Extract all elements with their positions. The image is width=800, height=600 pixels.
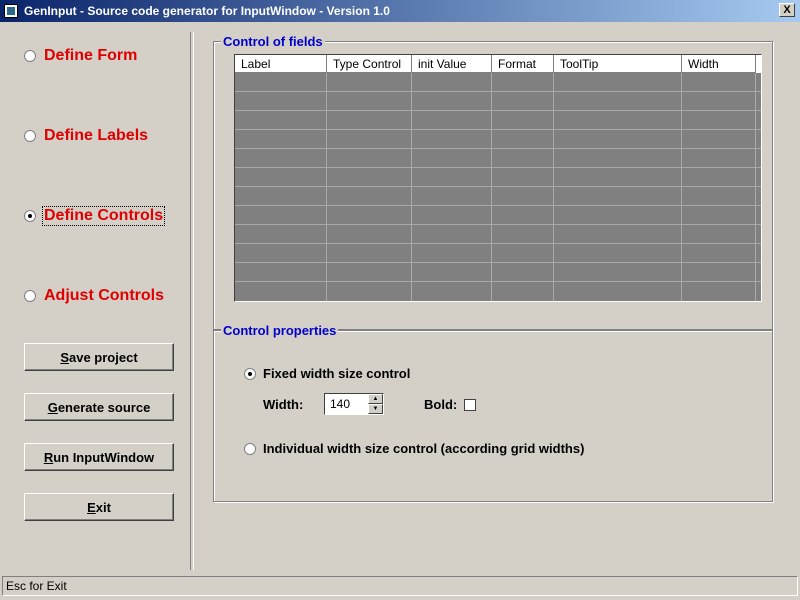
- spin-up-icon[interactable]: ▲: [368, 394, 383, 404]
- grid-row-line: [235, 91, 761, 92]
- grid-row-line: [235, 148, 761, 149]
- nav-define-controls[interactable]: Define Controls: [24, 204, 166, 228]
- grid-column-line: [553, 73, 554, 301]
- column-header-width[interactable]: Width: [682, 55, 756, 73]
- nav-label-adjust-controls: Adjust Controls: [44, 287, 164, 304]
- column-header-init-value[interactable]: init Value: [412, 55, 492, 73]
- grid-body[interactable]: [235, 73, 761, 301]
- bold-checkbox[interactable]: [464, 398, 477, 411]
- radio-checked-icon[interactable]: [24, 210, 36, 222]
- grid-row-line: [235, 186, 761, 187]
- properties-group-title: Control properties: [221, 323, 339, 338]
- width-label: Width:: [263, 397, 303, 412]
- grid-row-line: [235, 262, 761, 263]
- radio-checked-icon[interactable]: [244, 367, 256, 380]
- individual-width-option[interactable]: Individual width size control (according…: [244, 441, 584, 456]
- spinner-buttons: ▲ ▼: [368, 394, 383, 414]
- width-label-text: Width:: [263, 397, 304, 412]
- save-label: ave project: [69, 349, 138, 365]
- fixed-width-option[interactable]: Fixed width size control: [244, 366, 410, 381]
- vertical-splitter[interactable]: [190, 32, 194, 570]
- width-value[interactable]: 140: [330, 397, 350, 411]
- exit-mnemonic: E: [87, 499, 96, 515]
- grid-row-line: [235, 205, 761, 206]
- status-text: Esc for Exit: [6, 579, 67, 593]
- grid-row-line: [235, 281, 761, 282]
- grid-column-line: [411, 73, 412, 301]
- column-header-format[interactable]: Format: [492, 55, 554, 73]
- generate-label: enerate source: [57, 399, 151, 415]
- fixed-width-label: Fixed width size control: [263, 366, 411, 381]
- column-header-tooltip[interactable]: ToolTip: [554, 55, 682, 73]
- exit-label: xit: [95, 499, 111, 515]
- grid-column-line: [681, 73, 682, 301]
- run-label: un InputWindow: [53, 449, 155, 465]
- properties-groupbox: Control properties Fixed width size cont…: [213, 323, 773, 502]
- nav-define-form[interactable]: Define Form: [24, 44, 138, 68]
- fields-groupbox: Control of fields Label Type Control ini…: [213, 34, 773, 330]
- nav-define-labels[interactable]: Define Labels: [24, 124, 149, 148]
- save-project-button[interactable]: Save project: [24, 343, 174, 371]
- generate-mnemonic: G: [47, 399, 58, 415]
- radio-icon[interactable]: [24, 50, 36, 62]
- individual-width-label: Individual width size control (according…: [263, 441, 585, 456]
- nav-adjust-controls[interactable]: Adjust Controls: [24, 284, 165, 308]
- fields-grid[interactable]: Label Type Control init Value Format Too…: [234, 54, 762, 302]
- close-button[interactable]: X: [779, 3, 795, 17]
- column-header-label[interactable]: Label: [235, 55, 327, 73]
- fields-group-title: Control of fields: [221, 34, 325, 49]
- window-title: GenInput - Source code generator for Inp…: [24, 4, 390, 18]
- status-bar: Esc for Exit: [2, 576, 798, 596]
- grid-column-line: [326, 73, 327, 301]
- grid-row-line: [235, 243, 761, 244]
- save-mnemonic: S: [60, 349, 69, 365]
- run-mnemonic: R: [43, 449, 54, 465]
- generate-source-button[interactable]: Generate source: [24, 393, 174, 421]
- bold-option[interactable]: Bold:: [424, 397, 477, 412]
- grid-row-line: [235, 110, 761, 111]
- radio-icon[interactable]: [24, 130, 36, 142]
- grid-header: Label Type Control init Value Format Too…: [235, 55, 761, 73]
- column-header-type-control[interactable]: Type Control: [327, 55, 412, 73]
- radio-icon[interactable]: [244, 442, 256, 455]
- spin-down-icon[interactable]: ▼: [368, 404, 383, 414]
- grid-column-line: [755, 73, 756, 301]
- grid-row-line: [235, 129, 761, 130]
- nav-label-define-form: Define Form: [44, 47, 138, 64]
- title-bar: GenInput - Source code generator for Inp…: [0, 0, 800, 22]
- width-spinner[interactable]: 140 ▲ ▼: [324, 393, 384, 415]
- grid-row-line: [235, 167, 761, 168]
- radio-icon[interactable]: [24, 290, 36, 302]
- bold-label: Bold:: [424, 397, 458, 412]
- exit-button[interactable]: Exit: [24, 493, 174, 521]
- nav-label-define-controls: Define Controls: [41, 206, 166, 226]
- run-inputwindow-button[interactable]: Run InputWindow: [24, 443, 174, 471]
- app-icon: [4, 4, 18, 18]
- client-area: Define Form Define Labels Define Control…: [0, 22, 800, 576]
- grid-column-line: [491, 73, 492, 301]
- grid-row-line: [235, 224, 761, 225]
- nav-label-define-labels: Define Labels: [44, 127, 149, 144]
